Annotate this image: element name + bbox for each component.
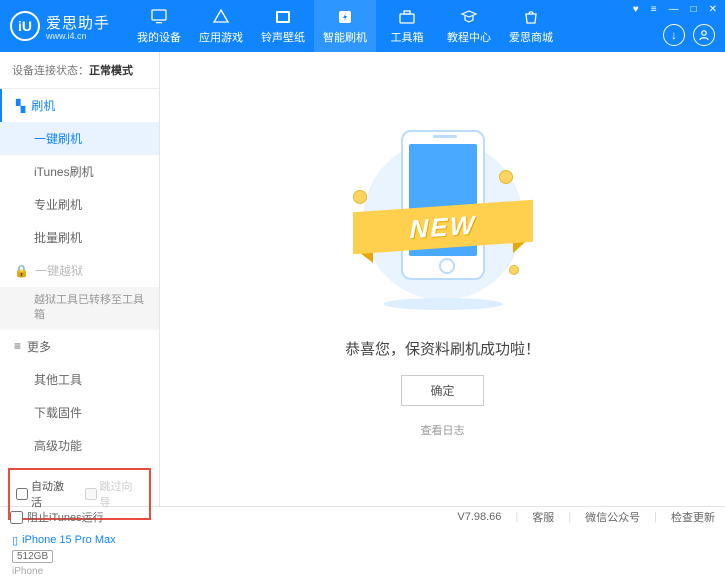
- storage-badge: 512GB: [12, 550, 53, 563]
- footer-support[interactable]: 客服: [532, 509, 554, 525]
- lock-icon: 🔒: [14, 264, 29, 278]
- lines-icon[interactable]: ≡: [649, 4, 659, 15]
- user-icon[interactable]: [693, 24, 715, 46]
- nav-store[interactable]: 爱思商城: [500, 0, 562, 52]
- sidebar-item-itunes-flash[interactable]: iTunes刷机: [0, 155, 159, 188]
- brand-name: 爱思助手: [46, 12, 110, 33]
- checkbox-block-itunes[interactable]: 阻止iTunes运行: [10, 509, 104, 525]
- device-icon: [149, 8, 169, 26]
- checkbox-auto-activate[interactable]: 自动激活: [16, 478, 75, 510]
- phone-icon: ▯: [12, 534, 18, 547]
- app-logo: iU 爱思助手 www.i4.cn: [10, 11, 110, 41]
- nav-toolbox[interactable]: 工具箱: [376, 0, 438, 52]
- ok-button[interactable]: 确定: [401, 375, 483, 406]
- device-name[interactable]: ▯iPhone 15 Pro Max: [12, 534, 147, 547]
- nav-ringtone-wallpaper[interactable]: 铃声壁纸: [252, 0, 314, 52]
- device-type: iPhone: [12, 566, 147, 577]
- footer-wechat[interactable]: 微信公众号: [585, 509, 640, 525]
- nav-apps-games[interactable]: 应用游戏: [190, 0, 252, 52]
- section-flash[interactable]: ▚刷机: [0, 89, 159, 122]
- section-jailbreak: 🔒一键越狱: [0, 254, 159, 287]
- sidebar: 设备连接状态：正常模式 ▚刷机 一键刷机 iTunes刷机 专业刷机 批量刷机 …: [0, 52, 160, 506]
- device-info: ▯iPhone 15 Pro Max 512GB iPhone: [0, 526, 159, 585]
- close-icon[interactable]: ✕: [707, 4, 719, 15]
- tutorial-icon: [459, 8, 479, 26]
- flash-section-icon: ▚: [16, 99, 25, 113]
- more-section-icon: ≡: [14, 339, 21, 353]
- checkbox-skip-guide[interactable]: 跳过向导: [85, 478, 144, 510]
- download-icon[interactable]: ↓: [663, 24, 685, 46]
- success-illustration: NEW: [323, 120, 563, 320]
- brand-url: www.i4.cn: [46, 31, 110, 41]
- maximize-icon[interactable]: □: [689, 4, 699, 15]
- logo-icon: iU: [10, 11, 40, 41]
- window-controls: ♥ ≡ — □ ✕: [631, 4, 719, 15]
- toolbox-icon: [397, 8, 417, 26]
- sidebar-item-one-click-flash[interactable]: 一键刷机: [0, 122, 159, 155]
- success-message: 恭喜您，保资料刷机成功啦！: [345, 338, 540, 359]
- menu-icon[interactable]: ♥: [631, 4, 641, 15]
- sidebar-item-advanced[interactable]: 高级功能: [0, 429, 159, 462]
- sidebar-item-other-tools[interactable]: 其他工具: [0, 363, 159, 396]
- device-status: 设备连接状态：正常模式: [0, 52, 159, 89]
- section-more[interactable]: ≡更多: [0, 330, 159, 363]
- view-log-link[interactable]: 查看日志: [421, 422, 465, 438]
- sidebar-item-batch-flash[interactable]: 批量刷机: [0, 221, 159, 254]
- top-nav: 我的设备 应用游戏 铃声壁纸 智能刷机 工具箱 教程中心 爱思商城: [128, 0, 562, 52]
- main-panel: NEW 恭喜您，保资料刷机成功啦！ 确定 查看日志: [160, 52, 725, 506]
- flash-icon: [335, 8, 355, 26]
- minimize-icon[interactable]: —: [667, 4, 681, 15]
- version-label: V7.98.66: [457, 511, 501, 523]
- nav-tutorials[interactable]: 教程中心: [438, 0, 500, 52]
- footer-check-update[interactable]: 检查更新: [671, 509, 715, 525]
- sidebar-item-download-firmware[interactable]: 下载固件: [0, 396, 159, 429]
- store-icon: [521, 8, 541, 26]
- apps-icon: [211, 8, 231, 26]
- nav-smart-flash[interactable]: 智能刷机: [314, 0, 376, 52]
- ringtone-icon: [273, 8, 293, 26]
- nav-my-device[interactable]: 我的设备: [128, 0, 190, 52]
- sidebar-item-pro-flash[interactable]: 专业刷机: [0, 188, 159, 221]
- jailbreak-note[interactable]: 越狱工具已转移至工具箱: [0, 287, 159, 330]
